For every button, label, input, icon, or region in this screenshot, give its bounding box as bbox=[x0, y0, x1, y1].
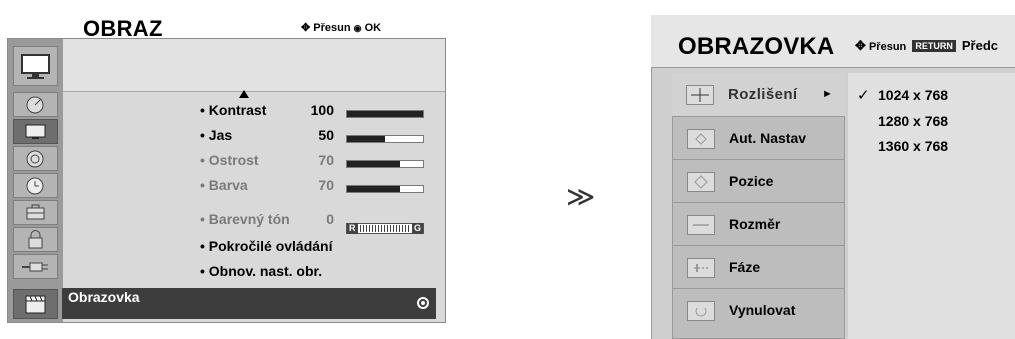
screen-item-faze[interactable]: Fáze bbox=[672, 245, 845, 289]
screen-item-pozice[interactable]: Pozice bbox=[672, 159, 845, 203]
monitor-icon[interactable] bbox=[13, 119, 58, 144]
screen-item-label: Pozice bbox=[729, 173, 774, 189]
menu-item-kontrast[interactable]: • Kontrast bbox=[200, 102, 266, 118]
tv-icon bbox=[13, 46, 58, 86]
menu-title: OBRAZ bbox=[83, 16, 163, 41]
position-icon bbox=[687, 172, 715, 192]
screen-item-label: Rozměr bbox=[729, 216, 781, 232]
ok-button-icon: ◉ bbox=[353, 23, 362, 33]
screen-item-aut-nastav[interactable]: Aut. Nastav bbox=[672, 116, 845, 160]
size-icon bbox=[687, 215, 715, 235]
navigation-hint: ✥ Přesun ◉ OK bbox=[301, 21, 381, 34]
hint-ok-label: OK bbox=[364, 22, 382, 34]
menu-item-obnov-nast-obr[interactable]: • Obnov. nast. obr. bbox=[200, 263, 322, 279]
move-arrows-icon: ✥ bbox=[855, 38, 866, 53]
kontrast-level-bar[interactable] bbox=[346, 110, 424, 118]
jas-level-bar[interactable] bbox=[346, 135, 424, 143]
satellite-dish-icon[interactable] bbox=[13, 92, 58, 117]
menu-item-ostrost[interactable]: • Ostrost bbox=[200, 152, 259, 168]
selected-check-icon: ✓ bbox=[857, 86, 870, 104]
hint-prev-label: Předc bbox=[961, 38, 999, 53]
ostrost-level-bar[interactable] bbox=[346, 160, 424, 168]
submenu-arrow-icon: ► bbox=[822, 88, 833, 100]
screen-navigation-hint: ✥ Přesun RETURN Předc bbox=[855, 38, 998, 54]
clock-icon[interactable] bbox=[13, 173, 58, 198]
screen-item-rozliseni[interactable]: Rozlišení ► bbox=[672, 73, 845, 117]
hint-move-label: Přesun bbox=[868, 41, 907, 53]
tint-green-label: G bbox=[411, 223, 423, 234]
screen-item-label: Fáze bbox=[729, 259, 761, 275]
next-step-arrow: ≫ bbox=[566, 180, 596, 213]
barevny-ton-value: 0 bbox=[326, 211, 334, 227]
resolution-option-1360x768[interactable]: 1360 x 768 bbox=[878, 138, 948, 154]
screen-item-label: Aut. Nastav bbox=[729, 130, 807, 146]
hint-move-label: Přesun bbox=[313, 22, 351, 34]
ok-radio-icon bbox=[417, 297, 429, 309]
crosshair-icon bbox=[686, 85, 714, 105]
toolbox-icon[interactable] bbox=[13, 200, 58, 225]
phase-icon bbox=[687, 258, 715, 278]
screen-item-rozmer[interactable]: Rozměr bbox=[672, 202, 845, 246]
barva-level-bar[interactable] bbox=[346, 185, 424, 193]
tint-balance-bar[interactable]: R G bbox=[346, 223, 424, 234]
menu-header bbox=[63, 39, 445, 92]
screen-item-label: Rozlišení bbox=[728, 86, 798, 103]
kontrast-value: 100 bbox=[310, 102, 334, 118]
return-key-icon: RETURN bbox=[912, 40, 956, 52]
ostrost-value: 70 bbox=[318, 152, 334, 168]
menu-item-barevny-ton[interactable]: • Barevný tón bbox=[200, 211, 290, 227]
jas-value: 50 bbox=[318, 127, 334, 143]
screen-menu-title: OBRAZOVKA bbox=[678, 33, 835, 60]
menu-sidebar bbox=[8, 39, 63, 322]
move-arrows-icon: ✥ bbox=[301, 22, 311, 34]
menu-item-pokrocile-ovladani[interactable]: • Pokročilé ovládání bbox=[200, 238, 333, 254]
barva-value: 70 bbox=[318, 177, 334, 193]
plug-icon[interactable] bbox=[13, 254, 58, 279]
speaker-icon[interactable] bbox=[13, 146, 58, 171]
screen-item-label: Vynulovat bbox=[729, 302, 796, 318]
tint-scale bbox=[360, 225, 410, 232]
clapperboard-icon[interactable] bbox=[13, 289, 58, 319]
reset-icon bbox=[687, 301, 715, 321]
auto-adjust-icon bbox=[687, 129, 715, 149]
resolution-option-1024x768[interactable]: 1024 x 768 bbox=[878, 87, 948, 103]
menu-item-obrazovka[interactable]: Obrazovka bbox=[68, 289, 140, 305]
menu-item-jas[interactable]: • Jas bbox=[200, 127, 232, 143]
lock-icon[interactable] bbox=[13, 227, 58, 252]
menu-item-barva[interactable]: • Barva bbox=[200, 177, 248, 193]
tint-red-label: R bbox=[347, 223, 358, 234]
scroll-up-icon[interactable] bbox=[239, 90, 249, 98]
screen-item-vynulovat[interactable]: Vynulovat bbox=[672, 288, 845, 339]
resolution-option-1280x768[interactable]: 1280 x 768 bbox=[878, 113, 948, 129]
